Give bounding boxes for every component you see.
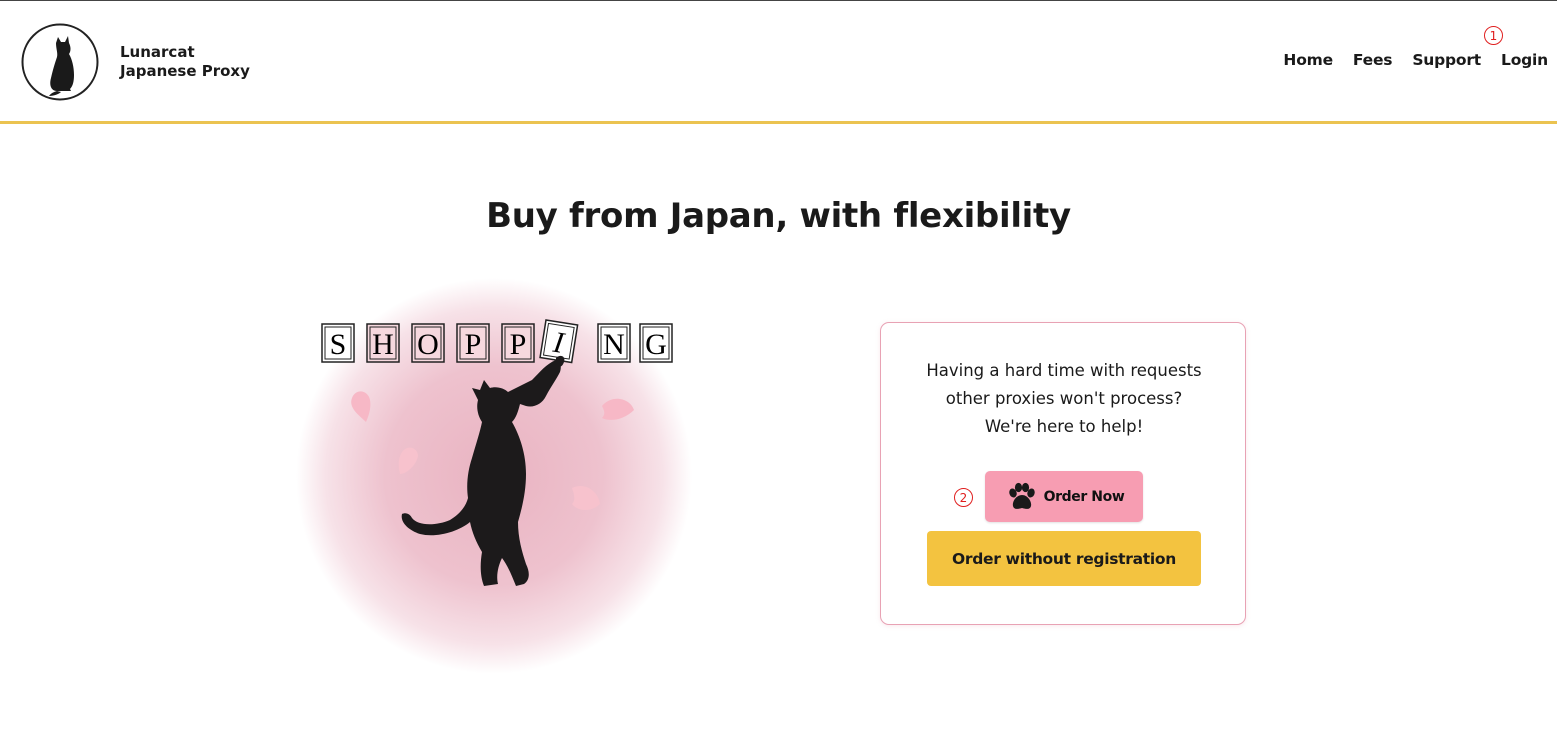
shopping-cat-illustration: S H O P P I N G xyxy=(296,278,692,674)
card-line-1: Having a hard time with requests xyxy=(926,361,1202,380)
lunarcat-logo[interactable] xyxy=(21,23,99,101)
letter-tile: O xyxy=(411,323,445,363)
letter-tile: S xyxy=(321,323,355,363)
letter-h: H xyxy=(372,328,394,361)
nav-fees[interactable]: Fees xyxy=(1353,51,1393,69)
page-title: Buy from Japan, with flexibility xyxy=(486,196,1071,236)
brand-name[interactable]: Lunarcat Japanese Proxy xyxy=(120,43,250,81)
nav-login[interactable]: Login xyxy=(1501,51,1548,69)
nav-support[interactable]: Support xyxy=(1412,51,1481,69)
letter-s: S xyxy=(330,328,347,361)
site-header: Lunarcat Japanese Proxy Home Fees Suppor… xyxy=(0,1,1557,121)
letter-tile: G xyxy=(639,323,673,363)
card-line-3: We're here to help! xyxy=(984,417,1144,436)
annotation-marker-2: 2 xyxy=(954,488,973,507)
letter-n: N xyxy=(603,328,625,361)
letter-tile-tilted: I xyxy=(539,319,579,364)
nav-home[interactable]: Home xyxy=(1283,51,1333,69)
brand-line-1: Lunarcat xyxy=(120,43,195,61)
header-divider xyxy=(0,121,1557,124)
order-now-label: Order Now xyxy=(1043,488,1125,505)
letter-tile: N xyxy=(597,323,631,363)
letter-o: O xyxy=(417,328,439,361)
letter-tile: H xyxy=(366,323,400,363)
letter-p-2: P xyxy=(510,328,527,361)
letter-g: G xyxy=(645,328,667,361)
card-message: Having a hard time with requests other p… xyxy=(881,357,1247,441)
order-now-button[interactable]: Order Now xyxy=(985,471,1143,522)
order-without-registration-button[interactable]: Order without registration xyxy=(927,531,1201,586)
letter-tile: P xyxy=(456,323,490,363)
letter-p: P xyxy=(465,328,482,361)
order-card: Having a hard time with requests other p… xyxy=(880,322,1246,625)
card-line-2: other proxies won't process? xyxy=(945,389,1183,408)
paw-icon xyxy=(1008,482,1035,509)
main-nav: Home Fees Support Login xyxy=(1283,51,1548,69)
brand-line-2: Japanese Proxy xyxy=(120,62,250,80)
annotation-marker-1: 1 xyxy=(1484,26,1503,45)
letter-tile: P xyxy=(501,323,535,363)
